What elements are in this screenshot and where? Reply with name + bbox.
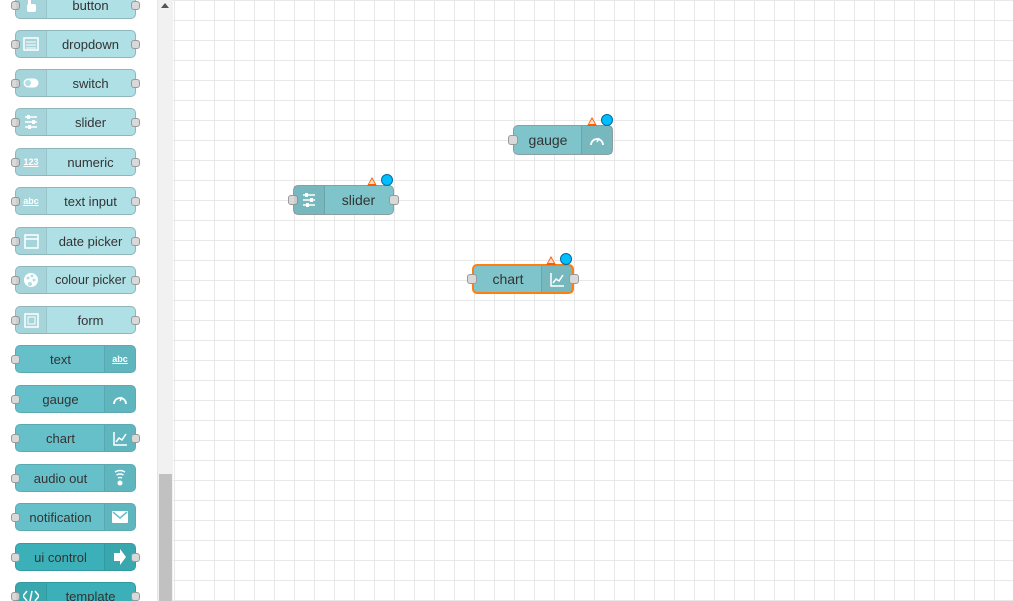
scrollbar-thumb[interactable] bbox=[159, 474, 172, 601]
palette-node-label: colour picker bbox=[55, 273, 126, 287]
calendar-icon bbox=[16, 228, 47, 254]
output-port bbox=[131, 237, 140, 246]
list-icon bbox=[16, 31, 47, 57]
palette-node-button[interactable]: button bbox=[11, 0, 140, 19]
palette-node-audio-out[interactable]: audio out bbox=[11, 464, 136, 492]
hand-pointer-icon bbox=[16, 0, 47, 18]
output-port bbox=[131, 40, 140, 49]
envelope-icon bbox=[104, 504, 135, 530]
output-port bbox=[131, 553, 140, 562]
text-input-icon: abc bbox=[16, 188, 47, 214]
palette-node-label: dropdown bbox=[61, 36, 120, 52]
palette-node-chart[interactable]: chart bbox=[11, 424, 140, 452]
numeric-icon: 123 bbox=[16, 149, 47, 175]
gauge-icon bbox=[104, 386, 135, 412]
output-port[interactable] bbox=[569, 274, 579, 284]
warning-icon bbox=[367, 177, 377, 186]
output-port bbox=[131, 158, 140, 167]
palette-node-label: notification bbox=[29, 509, 92, 525]
palette-scrollbar[interactable] bbox=[157, 0, 174, 601]
palette-node-text-input[interactable]: abc text input bbox=[11, 187, 140, 215]
changed-indicator-icon bbox=[560, 253, 572, 265]
form-icon bbox=[16, 307, 47, 333]
palette-node-gauge[interactable]: gauge bbox=[11, 385, 136, 413]
scroll-up-arrow-icon[interactable] bbox=[161, 3, 169, 8]
output-port bbox=[131, 79, 140, 88]
node-label: chart bbox=[492, 271, 524, 287]
palette-node-text[interactable]: text abc bbox=[11, 345, 136, 373]
warning-icon bbox=[546, 256, 556, 265]
palette-node-form[interactable]: form bbox=[11, 306, 140, 334]
output-port bbox=[131, 592, 140, 601]
palette-node-label: gauge bbox=[42, 391, 79, 407]
text-icon: abc bbox=[104, 346, 135, 372]
output-port bbox=[131, 1, 140, 10]
output-port bbox=[131, 276, 140, 285]
palette-node-label: date picker bbox=[58, 233, 123, 249]
changed-indicator-icon bbox=[381, 174, 393, 186]
output-port bbox=[131, 316, 140, 325]
output-port bbox=[131, 434, 140, 443]
node-label: slider bbox=[341, 192, 376, 208]
code-icon bbox=[16, 583, 47, 601]
palette-node-dropdown[interactable]: dropdown bbox=[11, 30, 140, 58]
palette-node-switch[interactable]: switch bbox=[11, 69, 140, 97]
palette-node-label: ui control bbox=[34, 549, 87, 565]
palette-node-label: text input bbox=[64, 193, 117, 209]
palette-node-slider[interactable]: slider bbox=[11, 108, 140, 136]
output-port[interactable] bbox=[389, 195, 399, 205]
palette-node-label: chart bbox=[46, 430, 75, 446]
sliders-icon bbox=[294, 186, 325, 214]
flow-workspace[interactable]: gauge slider chart bbox=[173, 0, 1013, 601]
palette-node-label: numeric bbox=[67, 154, 114, 170]
palette-node-label: button bbox=[72, 0, 109, 13]
gauge-icon bbox=[581, 126, 612, 154]
node-label: gauge bbox=[528, 132, 568, 148]
palette-node-colour-picker[interactable]: colour picker bbox=[11, 266, 140, 294]
warning-icon bbox=[587, 117, 597, 126]
sliders-icon bbox=[16, 109, 47, 135]
palette-node-label: form bbox=[77, 312, 104, 328]
palette-node-template[interactable]: template bbox=[11, 582, 140, 601]
palette-node-label: template bbox=[65, 588, 116, 601]
workspace-node-gauge[interactable]: gauge bbox=[508, 114, 613, 155]
workspace-node-slider[interactable]: slider bbox=[288, 174, 399, 215]
palette-node-ui-control[interactable]: ui control bbox=[11, 543, 140, 571]
palette-node-label: slider bbox=[74, 114, 107, 130]
line-chart-icon bbox=[541, 266, 572, 292]
palette-icon bbox=[16, 267, 47, 293]
output-port bbox=[131, 197, 140, 206]
palette-node-label: switch bbox=[72, 75, 109, 91]
palette-node-notification[interactable]: notification bbox=[11, 503, 136, 531]
palette-node-label: text bbox=[50, 351, 71, 367]
workspace-node-chart[interactable]: chart bbox=[467, 253, 579, 294]
palette-node-label: audio out bbox=[33, 470, 88, 486]
palette-node-date-picker[interactable]: date picker bbox=[11, 227, 140, 255]
toggle-icon bbox=[16, 70, 47, 96]
node-palette: button dropdown switch slider 123 numeri… bbox=[0, 0, 157, 601]
changed-indicator-icon bbox=[601, 114, 613, 126]
speaker-icon bbox=[104, 465, 135, 491]
output-port bbox=[131, 118, 140, 127]
palette-node-numeric[interactable]: 123 numeric bbox=[11, 148, 140, 176]
